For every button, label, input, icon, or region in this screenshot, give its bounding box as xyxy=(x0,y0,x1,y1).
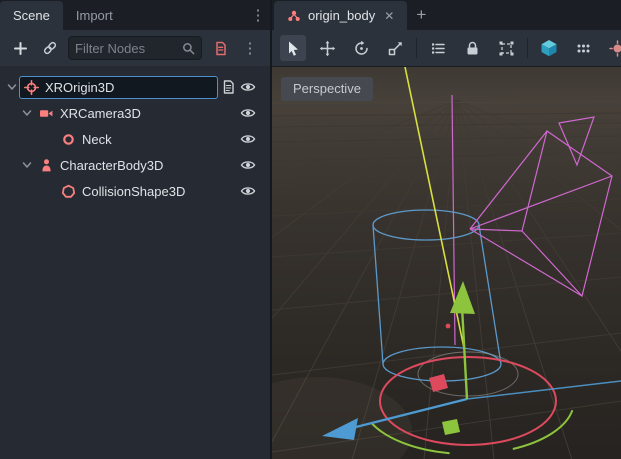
dock-menu-icon[interactable]: ⋮ xyxy=(246,0,270,30)
visibility-toggle[interactable] xyxy=(238,107,258,119)
collapse-arrow-icon[interactable] xyxy=(19,160,34,170)
scene-3d-icon xyxy=(287,9,301,23)
perspective-label: Perspective xyxy=(293,81,361,96)
node-name: CollisionShape3D xyxy=(82,184,185,199)
scene-tree: XROrigin3D xyxy=(0,66,270,459)
tree-row-content[interactable]: Neck xyxy=(56,128,238,151)
scene-tabs: origin_body ✕ + xyxy=(272,0,621,30)
marker-ring-icon xyxy=(61,132,76,147)
visibility-toggle[interactable] xyxy=(238,81,258,93)
rotate-tool-button[interactable] xyxy=(348,35,374,61)
tree-row-content[interactable]: CollisionShape3D xyxy=(56,180,238,203)
collapse-arrow-icon[interactable] xyxy=(4,82,19,92)
script-red-icon xyxy=(213,41,228,56)
tree-row-collisionshape3d[interactable]: CollisionShape3D xyxy=(0,178,270,204)
eye-icon xyxy=(240,185,256,197)
lock-button[interactable] xyxy=(459,35,485,61)
tree-row-characterbody3d[interactable]: CharacterBody3D xyxy=(0,152,270,178)
snap-toggle[interactable] xyxy=(570,35,596,61)
script-button[interactable] xyxy=(218,80,238,94)
search-icon xyxy=(182,42,195,55)
sun-icon xyxy=(609,40,621,57)
group-icon xyxy=(498,40,515,57)
perspective-menu-button[interactable]: Perspective xyxy=(281,77,373,101)
scene-dock: Scene Import ⋮ xyxy=(0,0,270,459)
node-name: Neck xyxy=(82,132,112,147)
new-tab-button[interactable]: + xyxy=(407,0,435,30)
collapse-arrow-icon[interactable] xyxy=(19,108,34,118)
xr-origin-icon xyxy=(24,80,39,95)
node-name: XROrigin3D xyxy=(45,80,114,95)
visibility-toggle[interactable] xyxy=(238,133,258,145)
list-select-icon xyxy=(430,40,447,57)
scene-menu-icon[interactable]: ⋮ xyxy=(238,36,262,60)
tab-scene[interactable]: Scene xyxy=(0,1,63,30)
select-arrow-icon xyxy=(285,40,302,57)
scale-icon xyxy=(387,40,404,57)
3d-scene-render xyxy=(272,67,621,459)
visibility-toggle[interactable] xyxy=(238,185,258,197)
tab-import-label: Import xyxy=(76,8,113,23)
move-icon xyxy=(319,40,336,57)
snap-dots-icon xyxy=(575,40,592,57)
group-button[interactable] xyxy=(493,35,519,61)
tree-row-xrcamera3d[interactable]: XRCamera3D xyxy=(0,100,270,126)
plus-icon xyxy=(13,41,28,56)
godot-editor: Scene Import ⋮ xyxy=(0,0,621,459)
add-node-button[interactable] xyxy=(8,36,32,60)
tree-row-xrorigin3d[interactable]: XROrigin3D xyxy=(0,74,270,100)
character-body-icon xyxy=(39,158,54,173)
filter-nodes-input[interactable] xyxy=(75,41,182,56)
node-list-button[interactable] xyxy=(425,35,451,61)
scene-dock-tabbar: Scene Import ⋮ xyxy=(0,0,270,30)
tree-row-content[interactable]: XRCamera3D xyxy=(34,102,238,125)
lock-icon xyxy=(464,40,481,57)
collision-shape-icon xyxy=(61,184,76,199)
tab-label: origin_body xyxy=(308,8,375,23)
toolbar-separator xyxy=(416,38,417,58)
rotate-icon xyxy=(353,40,370,57)
eye-icon xyxy=(240,133,256,145)
tab-origin-body[interactable]: origin_body ✕ xyxy=(274,1,407,30)
sun-preview-toggle[interactable] xyxy=(604,35,621,61)
eye-icon xyxy=(240,107,256,119)
move-tool-button[interactable] xyxy=(314,35,340,61)
script-icon xyxy=(222,80,235,94)
tab-scene-label: Scene xyxy=(13,8,50,23)
toolbar-separator xyxy=(527,38,528,58)
close-tab-icon[interactable]: ✕ xyxy=(382,9,394,23)
filter-nodes-box xyxy=(68,36,202,60)
xr-camera-icon xyxy=(39,106,54,121)
instantiate-scene-button[interactable] xyxy=(38,36,62,60)
tree-row-content[interactable]: CharacterBody3D xyxy=(34,154,238,177)
scale-tool-button[interactable] xyxy=(382,35,408,61)
rotate-ring-red[interactable] xyxy=(380,357,556,445)
link-icon xyxy=(42,40,58,56)
visibility-toggle[interactable] xyxy=(238,159,258,171)
local-space-toggle[interactable] xyxy=(536,35,562,61)
viewport-pane: origin_body ✕ + xyxy=(270,0,621,459)
tab-import[interactable]: Import xyxy=(63,1,126,30)
translate-handle-green[interactable] xyxy=(462,307,467,399)
attach-script-button[interactable] xyxy=(208,36,232,60)
scene-toolbar: ⋮ xyxy=(0,30,270,66)
eye-icon xyxy=(240,81,256,93)
eye-icon xyxy=(240,159,256,171)
plane-handle-green[interactable] xyxy=(442,419,460,435)
viewport-3d[interactable]: Perspective xyxy=(272,66,621,459)
node-name: XRCamera3D xyxy=(60,106,141,121)
cube-icon xyxy=(539,38,559,58)
viewport-toolbar xyxy=(272,30,621,66)
tree-row-neck[interactable]: Neck xyxy=(0,126,270,152)
tree-row-selection[interactable]: XROrigin3D xyxy=(19,76,218,99)
rotate-arc-green[interactable] xyxy=(513,410,573,449)
node-name: CharacterBody3D xyxy=(60,158,163,173)
select-tool-button[interactable] xyxy=(280,35,306,61)
